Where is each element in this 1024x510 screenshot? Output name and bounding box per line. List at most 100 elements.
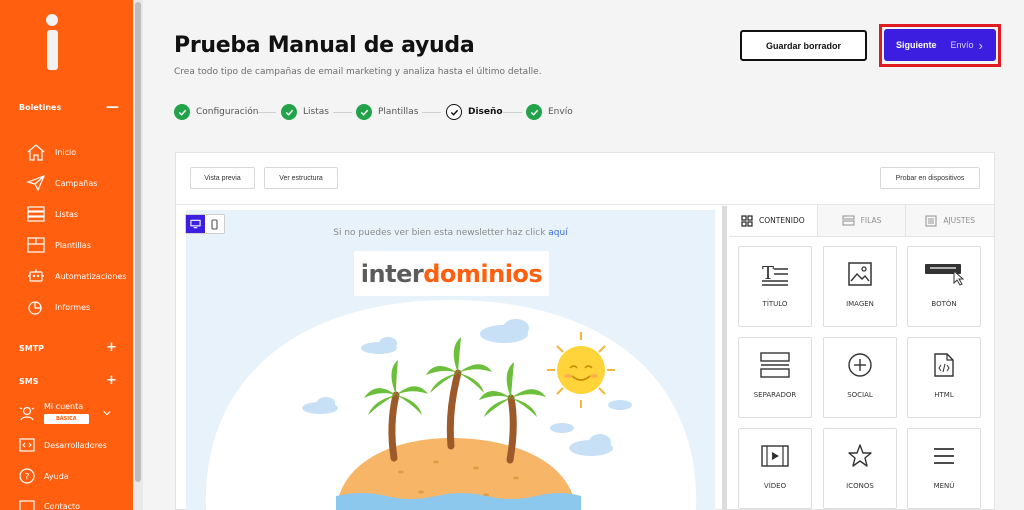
chart-icon [28, 301, 42, 315]
preview-button[interactable]: Vista previa [190, 167, 255, 189]
tab-label: AJUSTES [943, 216, 976, 225]
expand-smtp-icon[interactable]: + [106, 341, 117, 354]
sidebar-item-label: Campañas [55, 178, 98, 188]
sidebar-section-sms[interactable]: SMS [19, 377, 38, 386]
sidebar-item-label: Contacto [44, 501, 81, 510]
chevron-right-icon: › [978, 37, 983, 53]
check-icon [356, 104, 372, 120]
check-icon [446, 104, 462, 120]
tab-label: FILAS [860, 216, 882, 225]
sidebar-item-campanas[interactable]: Campañas [26, 172, 97, 194]
tab-label: CONTENIDO [759, 216, 805, 225]
step-label: Plantillas [378, 107, 419, 117]
step-connector [422, 112, 441, 113]
block-label: VÍDEO [763, 482, 787, 490]
newsletter-view-here-link[interactable]: aquí [548, 228, 567, 238]
block-label: ICONOS [846, 482, 874, 490]
sidebar-item-desarrolladores[interactable]: Desarrolladores [18, 436, 107, 454]
scrollbar-thumb[interactable] [135, 2, 141, 482]
block-video[interactable]: VÍDEO [738, 428, 812, 509]
next-button[interactable]: Siguiente Envío › [884, 29, 996, 61]
account-icon [19, 406, 35, 421]
block-iconos[interactable]: ICONOS [823, 428, 897, 509]
newsletter-view-text: Si no puedes ver bien esta newsletter ha… [333, 228, 546, 238]
step-listas[interactable]: Listas [281, 104, 329, 120]
block-imagen[interactable]: IMAGEN [823, 246, 897, 327]
block-titulo[interactable]: T TÍTULO [738, 246, 812, 327]
button-icon [925, 264, 964, 286]
step-label: Listas [303, 107, 329, 117]
step-envio[interactable]: Envío [526, 104, 573, 120]
video-icon [761, 445, 789, 467]
sidebar-item-label: Ayuda [44, 471, 69, 481]
block-label: MENÚ [933, 482, 955, 490]
star-icon [848, 444, 872, 467]
list-icon [27, 206, 45, 222]
block-separador[interactable]: SEPARADOR [738, 337, 812, 418]
expand-sms-icon[interactable]: + [106, 374, 117, 387]
sidebar-item-ayuda[interactable]: ? Ayuda [18, 467, 69, 485]
sidebar-item-contacto[interactable]: Contacto [18, 497, 80, 510]
rows-icon [842, 215, 855, 226]
image-icon [848, 262, 872, 286]
block-menu[interactable]: MENÚ [907, 428, 981, 509]
tab-ajustes[interactable]: AJUSTES [905, 205, 994, 236]
sidebar-item-mi-cuenta[interactable]: Mi cuenta BÁSICA [18, 402, 119, 424]
sidebar-item-label: Plantillas [55, 240, 91, 250]
check-icon [174, 104, 190, 120]
step-diseno[interactable]: Diseño [446, 104, 503, 120]
panel-resize-handle[interactable] [722, 206, 727, 510]
step-plantillas[interactable]: Plantillas [356, 104, 418, 120]
next-step-label: Envío [950, 40, 974, 50]
sidebar-item-label: Listas [55, 209, 79, 219]
brand-logo[interactable] [46, 14, 60, 70]
check-icon [281, 104, 297, 120]
step-configuracion[interactable]: Configuración [174, 104, 258, 120]
sidebar-item-informes[interactable]: Informes [26, 296, 90, 318]
step-connector [258, 112, 276, 113]
block-label: TÍTULO [762, 300, 788, 308]
sidebar-item-plantillas[interactable]: Plantillas [26, 234, 91, 256]
sidebar-item-label: Mi cuenta [44, 402, 84, 411]
tab-contenido[interactable]: CONTENIDO [729, 205, 817, 236]
code-icon [19, 438, 35, 452]
block-label: SOCIAL [847, 391, 873, 399]
newsletter-brand-logo[interactable]: inter dominios [354, 251, 549, 296]
collapse-boletines-icon[interactable]: — [106, 101, 119, 114]
block-boton[interactable]: BOTÓN [907, 246, 981, 327]
sidebar-item-label: Inicio [55, 147, 77, 157]
test-devices-button[interactable]: Probar en dispositivos [880, 167, 980, 189]
step-connector [333, 112, 352, 113]
plan-badge: BÁSICA [44, 414, 89, 424]
sidebar-item-listas[interactable]: Listas [26, 203, 78, 225]
sidebar: Boletines — Inicio Campañas Listas Plant… [0, 0, 133, 510]
view-structure-button[interactable]: Ver estructura [264, 167, 338, 189]
tab-filas[interactable]: FILAS [816, 205, 906, 236]
chevron-down-icon[interactable] [103, 409, 111, 417]
contact-icon [19, 500, 35, 510]
sidebar-item-label: Desarrolladores [44, 440, 107, 450]
check-icon [526, 104, 542, 120]
title-icon: T [762, 263, 788, 286]
grid-icon [741, 214, 753, 227]
page-subtitle: Crea todo tipo de campañas de email mark… [174, 67, 542, 77]
sidebar-item-automatizaciones[interactable]: Automatizaciones [26, 265, 126, 287]
block-html[interactable]: HTML [907, 337, 981, 418]
step-label: Envío [548, 107, 573, 117]
separator-icon [760, 352, 790, 378]
block-label: BOTÓN [931, 300, 957, 308]
html-icon [934, 353, 954, 377]
home-icon [27, 144, 45, 161]
panel-tabs: CONTENIDO FILAS AJUSTES [729, 205, 994, 237]
sidebar-scrollbar[interactable] [133, 0, 143, 510]
block-social[interactable]: SOCIAL [823, 337, 897, 418]
save-draft-button[interactable]: Guardar borrador [740, 30, 867, 61]
sidebar-item-inicio[interactable]: Inicio [26, 141, 76, 163]
sidebar-section-boletines[interactable]: Boletines [19, 103, 61, 112]
social-icon [848, 353, 872, 377]
sidebar-section-smtp[interactable]: SMTP [19, 344, 44, 353]
step-connector [503, 112, 522, 113]
block-label: HTML [934, 391, 954, 399]
block-label: IMAGEN [846, 300, 874, 308]
brand-part-1: inter [360, 259, 424, 288]
